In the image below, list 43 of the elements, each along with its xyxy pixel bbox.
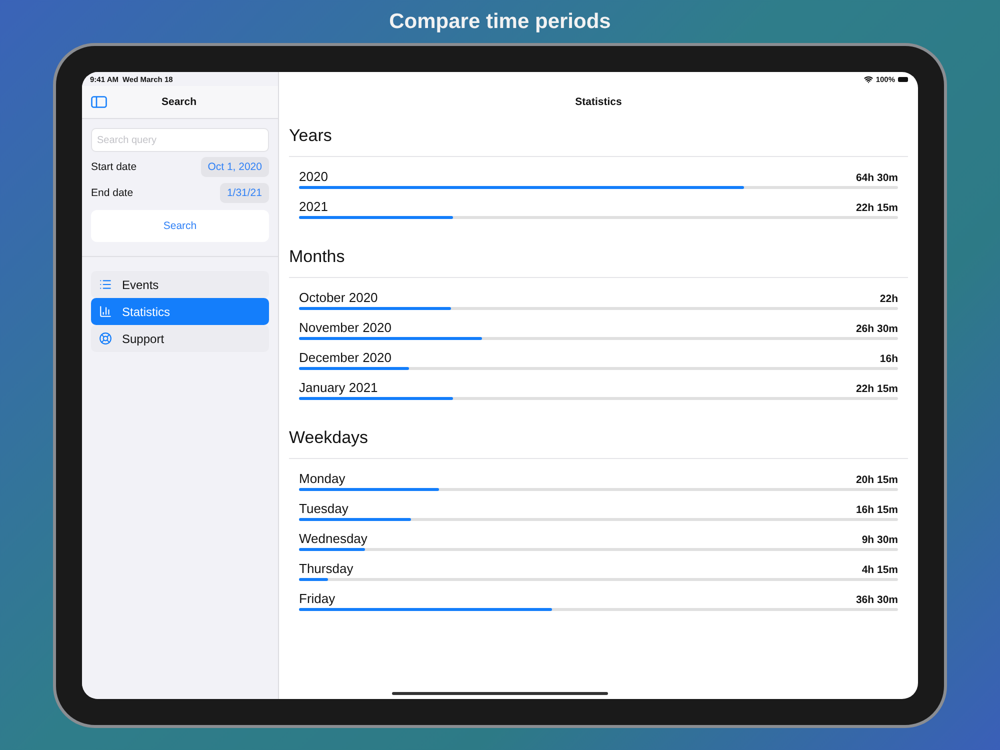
duration-value: 22h — [880, 293, 898, 305]
duration-value: 9h 30m — [862, 534, 898, 546]
row-label: January 2021 — [299, 380, 378, 395]
duration-value: 4h 15m — [862, 564, 898, 576]
section-title: Years — [289, 118, 908, 157]
sidebar-item[interactable]: Statistics — [91, 298, 269, 325]
row-label: October 2020 — [299, 290, 378, 305]
row-label: Monday — [299, 471, 346, 486]
wifi-icon — [864, 74, 873, 84]
duration-value: 64h 30m — [856, 172, 898, 184]
duration-value: 16h — [880, 353, 898, 365]
duration-value: 22h 15m — [856, 202, 898, 214]
bar-chart-icon — [99, 305, 112, 318]
row-label: Wednesday — [299, 531, 368, 546]
date-picker[interactable]: 1/31/21 — [220, 183, 269, 203]
caption: Compare time periods — [389, 10, 611, 34]
page-title: Statistics — [574, 95, 623, 110]
row-label: Thursday — [299, 561, 354, 576]
row-label: Tuesday — [299, 501, 348, 516]
section-title: Weekdays — [289, 420, 908, 459]
duration-value: 16h 15m — [856, 504, 898, 516]
duration-value: 26h 30m — [856, 323, 898, 335]
sidebar-toggle-icon[interactable] — [91, 96, 107, 108]
field-label: Start date — [91, 161, 137, 173]
lifebuoy-icon — [99, 332, 112, 345]
row-label: 2020 — [299, 169, 328, 184]
row-label: December 2020 — [299, 350, 392, 365]
sidebar-item[interactable]: Events — [91, 271, 269, 298]
duration-value: 20h 15m — [856, 474, 898, 486]
field-label: End date — [91, 187, 134, 199]
duration-value: 22h 15m — [856, 383, 898, 395]
battery-icon — [898, 76, 908, 82]
row-label: November 2020 — [299, 320, 392, 335]
section-title: Months — [289, 239, 908, 278]
date-picker[interactable]: Oct 1, 2020 — [200, 157, 269, 177]
search-button[interactable]: Search — [91, 210, 269, 242]
list-icon — [99, 278, 112, 291]
search-field[interactable]: Search query — [91, 128, 269, 152]
sidebar-item[interactable]: Support — [91, 325, 269, 352]
row-label: 2021 — [299, 199, 328, 214]
row-label: Friday — [299, 591, 336, 606]
sidebar-title: Search — [160, 96, 198, 108]
duration-value: 36h 30m — [856, 594, 898, 606]
